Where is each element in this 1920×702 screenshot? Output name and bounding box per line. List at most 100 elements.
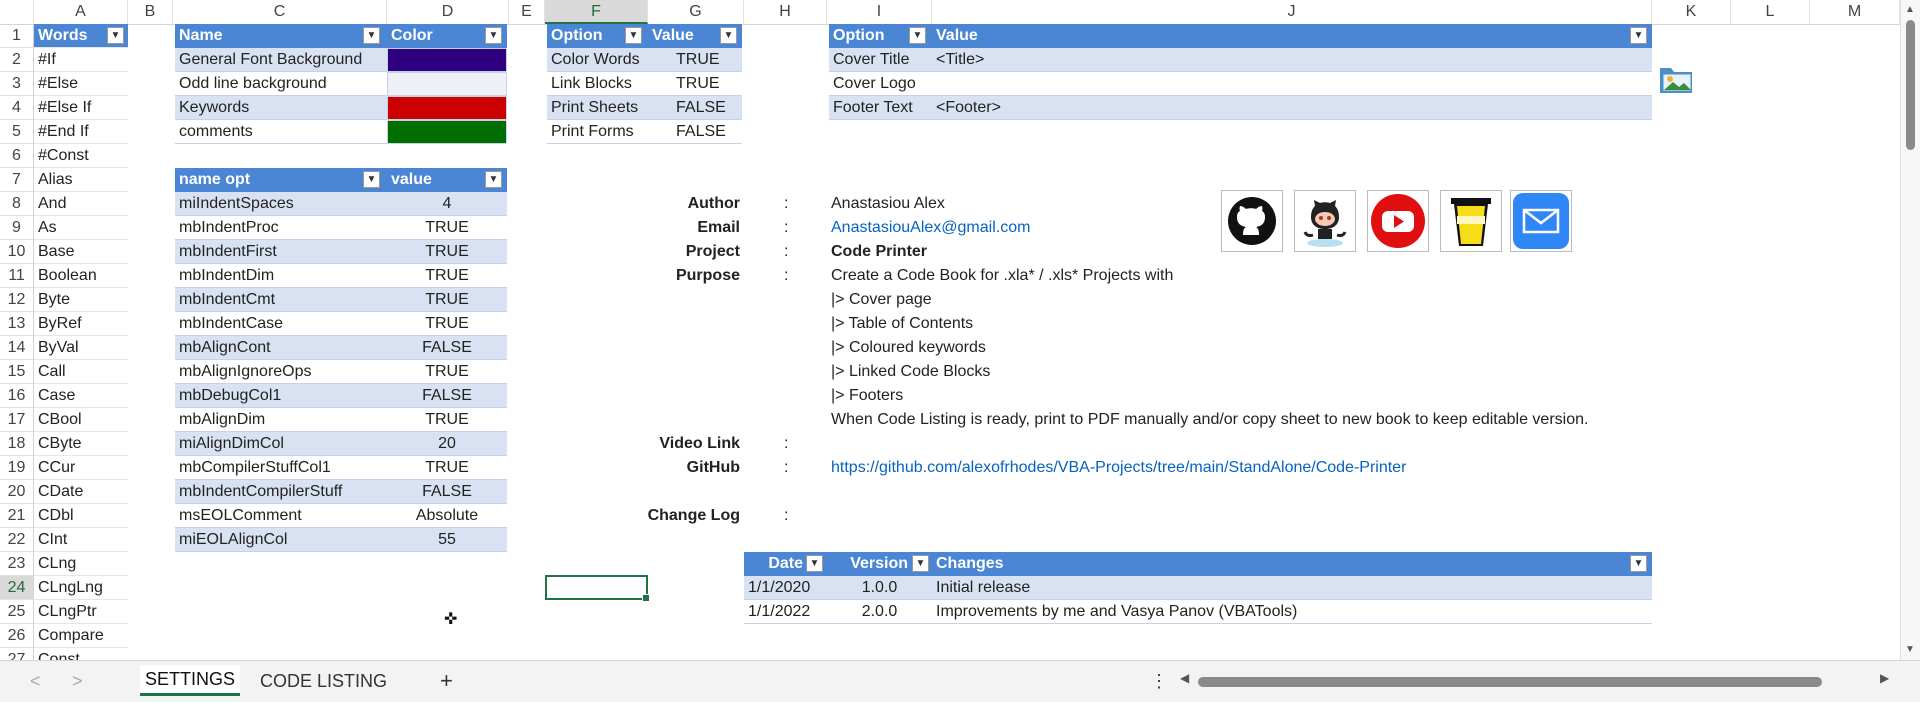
fill-handle[interactable] — [642, 594, 650, 602]
filter-dropdown-icon[interactable]: ▼ — [485, 171, 502, 188]
name-opt-value-cell[interactable]: TRUE — [387, 264, 507, 288]
column-header-g[interactable]: G — [648, 0, 744, 24]
row-header[interactable]: 16 — [0, 384, 34, 408]
option-table-header-option[interactable]: Option ▼ — [547, 24, 648, 48]
row-header[interactable]: 1 — [0, 24, 34, 48]
name-opt-value-cell[interactable]: TRUE — [387, 456, 507, 480]
column-header-d[interactable]: D — [387, 0, 509, 24]
row-header[interactable]: 22 — [0, 528, 34, 552]
changelog-date-cell[interactable]: 1/1/2022 — [744, 600, 827, 624]
row-header[interactable]: 24 — [0, 576, 34, 600]
row-header[interactable]: 7 — [0, 168, 34, 192]
word-cell[interactable]: Alias — [34, 168, 128, 192]
word-cell[interactable]: As — [34, 216, 128, 240]
changelog-changes-cell[interactable]: Improvements by me and Vasya Panov (VBAT… — [932, 600, 1652, 624]
cover-value-cell[interactable]: <Title> — [932, 48, 1652, 72]
row-header[interactable]: 12 — [0, 288, 34, 312]
filter-dropdown-icon[interactable]: ▼ — [909, 27, 926, 44]
row-header[interactable]: 5 — [0, 120, 34, 144]
name-opt-cell[interactable]: mbIndentFirst — [175, 240, 387, 264]
row-header[interactable]: 13 — [0, 312, 34, 336]
word-cell[interactable]: Compare — [34, 624, 128, 648]
filter-dropdown-icon[interactable]: ▼ — [1630, 555, 1647, 572]
word-cell[interactable]: Byte — [34, 288, 128, 312]
word-cell[interactable]: CBool — [34, 408, 128, 432]
name-opt-value-cell[interactable]: 4 — [387, 192, 507, 216]
email-icon[interactable] — [1510, 190, 1572, 252]
sheet-tab-settings[interactable]: SETTINGS — [140, 665, 240, 696]
row-header[interactable]: 8 — [0, 192, 34, 216]
row-header[interactable]: 4 — [0, 96, 34, 120]
color-swatch[interactable] — [387, 120, 507, 144]
scroll-up-arrow-icon[interactable]: ▲ — [1905, 4, 1915, 15]
octocat-icon[interactable] — [1294, 190, 1356, 252]
color-swatch[interactable] — [387, 72, 507, 96]
horizontal-scroll-right-arrow-icon[interactable]: ▶ — [1880, 671, 1889, 685]
filter-dropdown-icon[interactable]: ▼ — [363, 27, 380, 44]
row-header[interactable]: 6 — [0, 144, 34, 168]
name-opt-header-name[interactable]: name opt ▼ — [175, 168, 387, 192]
github-link-cell[interactable]: https://github.com/alexofrhodes/VBA-Proj… — [827, 456, 1627, 480]
name-opt-cell[interactable]: miIndentSpaces — [175, 192, 387, 216]
name-opt-value-cell[interactable]: TRUE — [387, 408, 507, 432]
column-header-a[interactable]: A — [34, 0, 128, 24]
sheet-tab-code-listing[interactable]: CODE LISTING — [260, 667, 387, 695]
filter-dropdown-icon[interactable]: ▼ — [912, 555, 929, 572]
column-header-f[interactable]: F — [545, 0, 648, 24]
column-header-j[interactable]: J — [932, 0, 1652, 24]
github-icon[interactable] — [1221, 190, 1283, 252]
cover-value-cell[interactable]: <Footer> — [932, 96, 1652, 120]
changelog-changes-cell[interactable]: Initial release — [932, 576, 1652, 600]
column-header-i[interactable]: I — [827, 0, 932, 24]
option-value-cell[interactable]: TRUE — [648, 72, 742, 96]
row-header[interactable]: 20 — [0, 480, 34, 504]
column-header-l[interactable]: L — [1731, 0, 1810, 24]
words-header[interactable]: Words ▼ — [34, 24, 128, 48]
cover-option-cell[interactable]: Footer Text — [829, 96, 932, 120]
color-swatch[interactable] — [387, 48, 507, 72]
cover-table-header-value[interactable]: Value ▼ — [932, 24, 1652, 48]
changelog-header-changes[interactable]: Changes ▼ — [932, 552, 1652, 576]
cover-option-cell[interactable]: Cover Logo — [829, 72, 932, 96]
filter-dropdown-icon[interactable]: ▼ — [806, 555, 823, 572]
option-name-cell[interactable]: Color Words — [547, 48, 648, 72]
option-value-cell[interactable]: TRUE — [648, 48, 742, 72]
word-cell[interactable]: CLngPtr — [34, 600, 128, 624]
changelog-version-cell[interactable]: 2.0.0 — [827, 600, 932, 624]
youtube-icon[interactable] — [1367, 190, 1429, 252]
word-cell[interactable]: CLng — [34, 552, 128, 576]
name-opt-value-cell[interactable]: 55 — [387, 528, 507, 552]
name-opt-value-cell[interactable]: TRUE — [387, 312, 507, 336]
word-cell[interactable]: Call — [34, 360, 128, 384]
name-opt-value-cell[interactable]: FALSE — [387, 480, 507, 504]
email-link-cell[interactable]: AnastasiouAlex@gmail.com — [827, 216, 1127, 240]
column-header-e[interactable]: E — [509, 0, 545, 24]
name-opt-value-cell[interactable]: Absolute — [387, 504, 507, 528]
name-opt-value-cell[interactable]: FALSE — [387, 336, 507, 360]
name-opt-value-cell[interactable]: TRUE — [387, 288, 507, 312]
name-opt-cell[interactable]: mbIndentCmt — [175, 288, 387, 312]
row-header[interactable]: 17 — [0, 408, 34, 432]
word-cell[interactable]: ByVal — [34, 336, 128, 360]
cover-option-cell[interactable]: Cover Title — [829, 48, 932, 72]
option-value-cell[interactable]: FALSE — [648, 96, 742, 120]
cover-table-header-option[interactable]: Option ▼ — [829, 24, 932, 48]
name-opt-cell[interactable]: miAlignDimCol — [175, 432, 387, 456]
vertical-scrollbar[interactable]: ▲ ▼ — [1900, 0, 1920, 660]
word-cell[interactable]: Boolean — [34, 264, 128, 288]
github-link[interactable]: https://github.com/alexofrhodes/VBA-Proj… — [831, 459, 1406, 476]
word-cell[interactable]: Case — [34, 384, 128, 408]
row-header[interactable]: 10 — [0, 240, 34, 264]
filter-dropdown-icon[interactable]: ▼ — [1630, 27, 1647, 44]
row-header[interactable]: 21 — [0, 504, 34, 528]
name-opt-value-cell[interactable]: FALSE — [387, 384, 507, 408]
color-swatch[interactable] — [387, 96, 507, 120]
horizontal-scroll-left-arrow-icon[interactable]: ◀ — [1180, 671, 1189, 685]
filter-dropdown-icon[interactable]: ▼ — [720, 27, 737, 44]
color-table-name-cell[interactable]: comments — [175, 120, 387, 144]
name-opt-cell[interactable]: mbAlignCont — [175, 336, 387, 360]
row-header[interactable]: 11 — [0, 264, 34, 288]
horizontal-scrollbar-thumb[interactable] — [1198, 677, 1822, 687]
more-options-icon[interactable]: ⋮ — [1150, 667, 1168, 695]
name-opt-cell[interactable]: mbAlignIgnoreOps — [175, 360, 387, 384]
